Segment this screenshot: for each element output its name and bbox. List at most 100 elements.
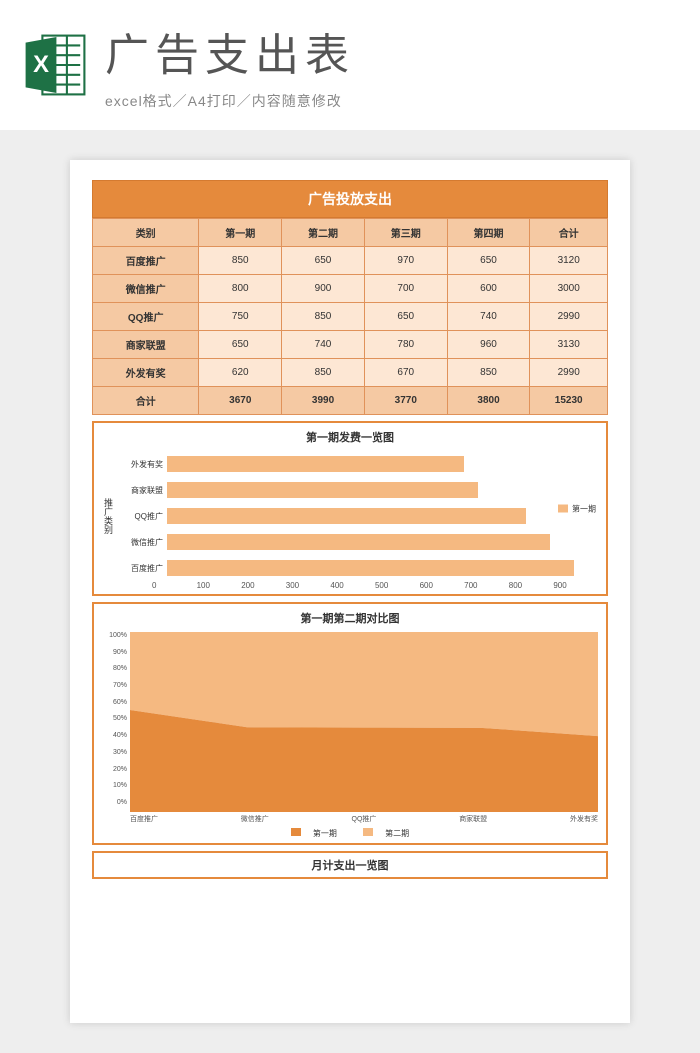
xtick: 900	[553, 581, 598, 590]
ytick: 10%	[102, 782, 130, 789]
table-row: 微信推广 800 900 700 600 3000	[93, 275, 608, 303]
col-header: 第一期	[199, 219, 282, 247]
bar-track	[167, 456, 598, 472]
footer-chart-title: 月计支出一览图	[92, 851, 608, 879]
ytick: 20%	[102, 766, 130, 773]
cell: 970	[364, 247, 447, 275]
template-title: 广告支出表	[105, 19, 700, 83]
row-name: 百度推广	[93, 247, 199, 275]
cell: 600	[447, 275, 530, 303]
bar-track	[167, 508, 598, 524]
cell: 3770	[364, 387, 447, 415]
xtick: 600	[420, 581, 465, 590]
cell: 800	[199, 275, 282, 303]
legend-item: 第二期	[357, 829, 415, 838]
table-header-row: 类别 第一期 第二期 第三期 第四期 合计	[93, 219, 608, 247]
template-subtitle: excel格式／A4打印／内容随意修改	[105, 91, 700, 111]
bar-category-label: 商家联盟	[117, 485, 167, 496]
bar-track	[167, 482, 598, 498]
bar-row: QQ推广	[117, 503, 598, 529]
cell: 3130	[530, 331, 608, 359]
svg-text:X: X	[33, 51, 49, 78]
cell: 700	[364, 275, 447, 303]
legend-swatch-icon	[291, 828, 301, 836]
bar-row: 百度推广	[117, 555, 598, 581]
ytick: 30%	[102, 749, 130, 756]
xtick: 200	[241, 581, 286, 590]
bar-chart-plot: 推广类别 外发有奖商家联盟 QQ推广微信推广百度推广	[102, 451, 598, 581]
cell: 740	[282, 331, 365, 359]
xtick: 外发有奖	[570, 814, 598, 824]
xtick: 微信推广	[241, 814, 269, 824]
bar-row: 外发有奖	[117, 451, 598, 477]
bar-track	[167, 560, 598, 576]
bar-category-label: 外发有奖	[117, 459, 167, 470]
legend-swatch-icon	[363, 828, 373, 836]
ytick: 100%	[102, 632, 130, 639]
cell: 650	[199, 331, 282, 359]
sheet-title: 广告投放支出	[92, 180, 608, 218]
cell: 15230	[530, 387, 608, 415]
cell: 850	[447, 359, 530, 387]
bar-track	[167, 534, 598, 550]
bar-ylabel: 推广类别	[102, 451, 117, 581]
xtick: 400	[330, 581, 375, 590]
area-xaxis: 百度推广 微信推广 QQ推广 商家联盟 外发有奖	[130, 812, 598, 824]
expense-table: 类别 第一期 第二期 第三期 第四期 合计 百度推广 850 650 970 6…	[92, 218, 608, 415]
xtick: 300	[286, 581, 331, 590]
bar-category-label: QQ推广	[117, 511, 167, 522]
row-name: 商家联盟	[93, 331, 199, 359]
cell: 3800	[447, 387, 530, 415]
cell: 2990	[530, 303, 608, 331]
bar-xaxis: 0100200300400500600700800900	[152, 581, 598, 590]
cell: 850	[282, 359, 365, 387]
worksheet-paper: 广告投放支出 类别 第一期 第二期 第三期 第四期 合计 百度推广 850 65…	[70, 160, 630, 1023]
bar-fill	[167, 456, 464, 472]
cell: 750	[199, 303, 282, 331]
header-text: 广告支出表 excel格式／A4打印／内容随意修改	[105, 19, 700, 111]
bar-row: 微信推广	[117, 529, 598, 555]
ytick: 70%	[102, 682, 130, 689]
area-legend: 第一期 第二期	[102, 828, 598, 839]
table-row: 外发有奖 620 850 670 850 2990	[93, 359, 608, 387]
cell: 3120	[530, 247, 608, 275]
xtick: QQ推广	[352, 814, 377, 824]
col-header: 第二期	[282, 219, 365, 247]
bar-legend: 第一期	[558, 503, 596, 514]
ytick: 80%	[102, 665, 130, 672]
cell: 3990	[282, 387, 365, 415]
bar-category-label: 微信推广	[117, 537, 167, 548]
xtick: 百度推广	[130, 814, 158, 824]
col-header: 类别	[93, 219, 199, 247]
table-row: QQ推广 750 850 650 740 2990	[93, 303, 608, 331]
ytick: 40%	[102, 732, 130, 739]
xtick: 0	[152, 581, 197, 590]
xtick: 700	[464, 581, 509, 590]
cell: 900	[282, 275, 365, 303]
legend-label: 第一期	[572, 503, 596, 514]
cell: 670	[364, 359, 447, 387]
xtick: 500	[375, 581, 420, 590]
excel-icon: X	[20, 30, 90, 100]
cell: 740	[447, 303, 530, 331]
xtick: 商家联盟	[459, 814, 487, 824]
cell: 650	[364, 303, 447, 331]
bar-fill	[167, 560, 574, 576]
table-row: 商家联盟 650 740 780 960 3130	[93, 331, 608, 359]
table-total-row: 合计 3670 3990 3770 3800 15230	[93, 387, 608, 415]
xtick: 800	[509, 581, 554, 590]
area-chart: 第一期第二期对比图 100%90%80%70%60%50%40%30%20%10…	[92, 602, 608, 845]
cell: 850	[282, 303, 365, 331]
cell: 960	[447, 331, 530, 359]
template-header: X 广告支出表 excel格式／A4打印／内容随意修改	[0, 0, 700, 130]
bar-chart: 第一期发费一览图 推广类别 外发有奖商家联盟QQ推广微信推广百度推广 01002…	[92, 421, 608, 596]
page-background: 广告投放支出 类别 第一期 第二期 第三期 第四期 合计 百度推广 850 65…	[0, 130, 700, 1053]
area-chart-title: 第一期第二期对比图	[102, 610, 598, 626]
ytick: 0%	[102, 799, 130, 806]
row-name: QQ推广	[93, 303, 199, 331]
ytick: 60%	[102, 699, 130, 706]
ytick: 90%	[102, 649, 130, 656]
cell: 780	[364, 331, 447, 359]
xtick: 100	[197, 581, 242, 590]
legend-swatch-icon	[558, 505, 568, 513]
